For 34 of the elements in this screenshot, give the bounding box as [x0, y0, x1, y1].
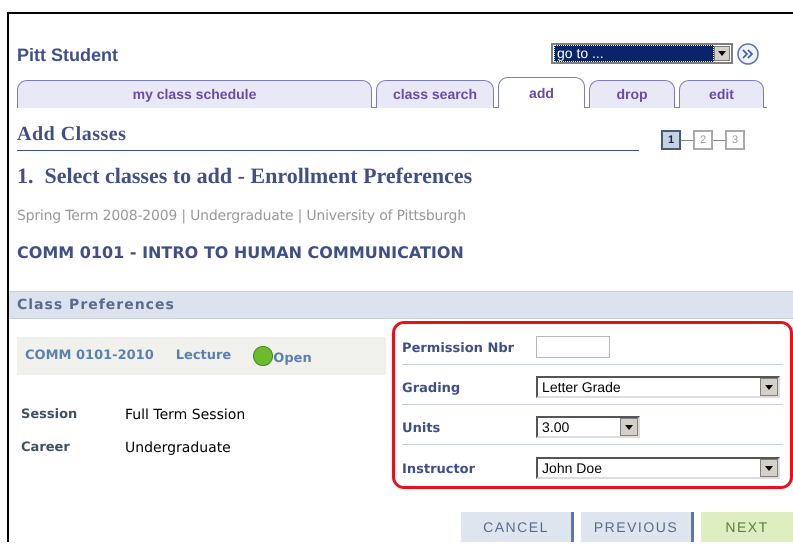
- status-text: Open: [273, 350, 312, 368]
- field-label: Units: [402, 420, 442, 438]
- nav-button[interactable]: CANCEL: [461, 512, 574, 542]
- step-indicator: 3: [725, 130, 745, 150]
- field-label: Instructor: [402, 460, 476, 478]
- goto-select[interactable]: go to ...: [551, 43, 733, 64]
- field-label: Career: [21, 439, 71, 457]
- nav-button[interactable]: NEXT: [701, 512, 793, 542]
- step-heading: 1. Select classes to add - Enrollment Preferences: [17, 162, 474, 190]
- class-section-link[interactable]: COMM 0101-2010: [25, 346, 154, 366]
- tab[interactable]: add: [498, 77, 585, 108]
- tab[interactable]: class search: [376, 80, 494, 108]
- field-label: Session: [21, 406, 78, 424]
- select-field[interactable]: Letter Grade: [536, 376, 780, 398]
- nav-button[interactable]: PREVIOUS: [581, 512, 694, 542]
- tab[interactable]: my class schedule: [17, 80, 372, 108]
- field-label: Grading: [402, 380, 462, 398]
- app-title: Pitt Student: [17, 44, 118, 67]
- field-value: Full Term Session: [125, 406, 246, 425]
- page-title: Add Classes: [17, 122, 128, 146]
- tab[interactable]: drop: [589, 80, 675, 108]
- course-title: COMM 0101 - INTRO TO HUMAN COMMUNICATION: [17, 242, 465, 264]
- term-info: Spring Term 2008-2009 | Undergraduate | University of Pittsburgh: [17, 207, 467, 226]
- step-indicator: 2: [693, 130, 713, 150]
- permission-number-field[interactable]: [536, 336, 610, 358]
- field-value: Undergraduate: [125, 439, 231, 458]
- select-field[interactable]: 3.00: [536, 416, 640, 438]
- field-label: Permission Nbr: [402, 340, 516, 358]
- section-title: Class Preferences: [17, 296, 175, 314]
- select-field[interactable]: John Doe: [536, 457, 780, 479]
- tab[interactable]: edit: [679, 80, 764, 108]
- go-button[interactable]: [737, 42, 759, 64]
- step-indicator: 1: [661, 130, 681, 150]
- component-text: Lecture: [176, 347, 232, 366]
